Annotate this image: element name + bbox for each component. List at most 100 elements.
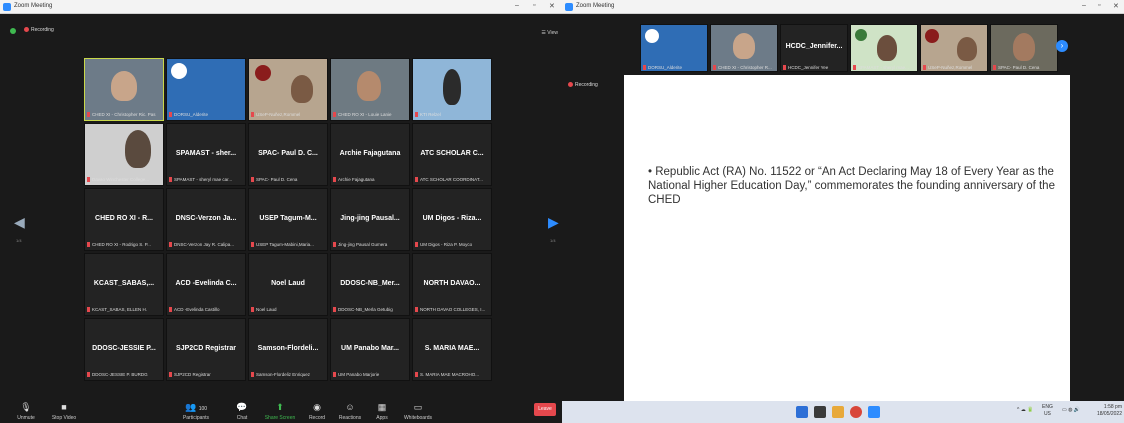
participants-button[interactable]: 👥 100 Participants (176, 401, 216, 421)
next-page-arrow-icon[interactable]: ▶ (548, 214, 559, 231)
muted-mic-icon (333, 307, 336, 312)
spamast-logo (855, 29, 867, 41)
participant-name: KTI Relzel (415, 112, 489, 117)
unmute-button[interactable]: 🎙 Unmute (6, 401, 46, 421)
participant-tile[interactable]: USEP Tagum-M... USEP Tagum-Mabini,Maria..… (248, 188, 328, 251)
video-tile[interactable]: CHED XI - Christopher Ric. Pas (84, 58, 164, 121)
participant-video (1013, 33, 1035, 61)
participant-name: CHED XI - Christopher Ric. Pas (87, 112, 161, 117)
participant-tile[interactable]: Samson-Flordeli... Samson-Flordeliz Enriq… (248, 318, 328, 381)
participant-name: SPAMAST - sheryl mae... (853, 65, 915, 70)
zoom-taskbar-icon[interactable] (868, 406, 880, 418)
strip-participant-tile[interactable]: HCDC_Jennifer... HCDC_Jennifer Yee (780, 24, 848, 72)
whiteboards-button[interactable]: ▭ Whiteboards (398, 401, 438, 421)
participant-name: DORSU_Alderite (643, 65, 705, 70)
video-tile[interactable]: KTI Relzel (412, 58, 492, 121)
minimize-icon[interactable]: – (1082, 2, 1086, 9)
muted-mic-icon (169, 112, 172, 117)
maximize-icon[interactable]: ▫ (533, 2, 535, 9)
muted-mic-icon (251, 307, 254, 312)
participant-tile[interactable]: SPAMAST - sher... SPAMAST - sheryl mae ca… (166, 123, 246, 186)
close-icon[interactable]: ✕ (1113, 2, 1119, 10)
muted-mic-icon (169, 372, 172, 377)
usep-seal-logo (925, 29, 939, 43)
participant-video (111, 71, 137, 101)
participant-tile[interactable]: DDOSC-JESSIE P... DDOSC-JESSIE P. BURDG (84, 318, 164, 381)
windows-start-icon[interactable] (796, 406, 808, 418)
muted-mic-icon (87, 372, 90, 377)
participant-tile[interactable]: S. MARIA MAE... S. MARIA MAE MACROHO... (412, 318, 492, 381)
chrome-icon[interactable] (850, 406, 862, 418)
strip-video-tile[interactable]: CHED XI - Christopher R... (710, 24, 778, 72)
muted-mic-icon (169, 242, 172, 247)
video-tile[interactable]: CHED RO XI - Louie Lanie (330, 58, 410, 121)
strip-video-tile[interactable]: SPAC- Paul D. Cena (990, 24, 1058, 72)
participant-display-name: NORTH DAVAO... (423, 280, 481, 287)
muted-mic-icon (333, 112, 336, 117)
participant-tile[interactable]: DDOSC-NB_Mer... DDOSC-NB_Merla Getubig (330, 253, 410, 316)
video-tile[interactable]: USeP-Nuñez,Rommel (248, 58, 328, 121)
language-indicator[interactable]: ENG US (1042, 404, 1053, 418)
task-view-icon[interactable] (814, 406, 826, 418)
prev-page-arrow-icon[interactable]: ◀ (14, 214, 25, 231)
participant-display-name: DNSC-Verzon Ja... (175, 215, 237, 222)
participant-tile[interactable]: SJP2CD Registrar SJP2CD Registrar (166, 318, 246, 381)
video-tile[interactable]: DORSU_Alderite (166, 58, 246, 121)
video-tile[interactable]: Davao Winchester College... (84, 123, 164, 186)
participant-name: SJP2CD Registrar (169, 372, 243, 377)
participant-display-name: HCDC_Jennifer... (785, 43, 843, 50)
participant-name: CHED XI - Christopher R... (713, 65, 775, 70)
tray-icons[interactable]: ^ ☁ 🔋 (1017, 407, 1033, 413)
chat-icon: 💬 (236, 402, 248, 412)
usep-seal-logo (255, 65, 271, 81)
participant-tile[interactable]: UM Panabo Mar... UM Panabo Marjorie (330, 318, 410, 381)
maximize-icon[interactable]: ▫ (1098, 2, 1100, 9)
participant-tile[interactable]: DNSC-Verzon Ja... DNSC-Verzon Jay R. Cali… (166, 188, 246, 251)
share-screen-button[interactable]: ⬆ Share Screen (260, 401, 300, 421)
network-volume-icons[interactable]: ▭ ◍ 🔊 (1062, 407, 1080, 413)
apps-icon: ▦ (377, 402, 387, 412)
participant-display-name: SPAMAST - sher... (175, 150, 237, 157)
muted-mic-icon (993, 65, 996, 70)
participant-tile[interactable]: SPAC- Paul D. C... SPAC- Paul D. Cena (248, 123, 328, 186)
muted-mic-icon (87, 307, 90, 312)
leave-button[interactable]: Leave (534, 403, 556, 416)
participant-tile[interactable]: Noel Laud Noel Laud (248, 253, 328, 316)
participant-display-name: Archie Fajagutana (339, 150, 401, 157)
next-participants-icon[interactable]: › (1056, 40, 1068, 52)
close-icon[interactable]: ✕ (549, 2, 555, 10)
strip-video-tile[interactable]: DORSU_Alderite (640, 24, 708, 72)
recording-indicator: Recording (568, 82, 598, 88)
participant-tile[interactable]: KCAST_SABAS,... KCAST_SABAS, ELLEN H. (84, 253, 164, 316)
participant-tile[interactable]: Jing-jing Pausal... Jing-jing Pausal Gume… (330, 188, 410, 251)
muted-mic-icon (251, 112, 254, 117)
muted-mic-icon (853, 65, 856, 70)
stop-video-button[interactable]: ■ Stop Video (44, 401, 84, 421)
file-explorer-icon[interactable] (832, 406, 844, 418)
muted-mic-icon (251, 177, 254, 182)
participant-display-name: S. MARIA MAE... (424, 345, 480, 352)
clock[interactable]: 1:58 pm 18/05/2022 (1090, 404, 1122, 418)
participant-tile[interactable]: UM Digos - Riza... UM Digos - Riza P. Moy… (412, 188, 492, 251)
muted-mic-icon (333, 372, 336, 377)
participant-display-name: SPAC- Paul D. C... (258, 150, 318, 157)
participant-name: USEP Tagum-Mabini,Maria... (251, 242, 325, 247)
participant-video (957, 37, 977, 61)
view-button[interactable]: ☰ View (541, 30, 558, 36)
participant-name: Samson-Flordeliz Enriquez (251, 372, 325, 377)
participant-tile[interactable]: ACD -Evelinda C... ACD -Evelinda Castillo (166, 253, 246, 316)
participant-tile[interactable]: CHED RO XI - R... CHED RO XI - Rodrigo S.… (84, 188, 164, 251)
muted-mic-icon (415, 112, 418, 117)
participant-tile[interactable]: Archie Fajagutana Archie Fajagutana (330, 123, 410, 186)
apps-button[interactable]: ▦ Apps (362, 401, 402, 421)
participant-tile[interactable]: ATC SCHOLAR C... ATC SCHOLAR COORDINAT... (412, 123, 492, 186)
windows-taskbar: ^ ☁ 🔋 ENG US ▭ ◍ 🔊 1:58 pm 18/05/2022 (562, 401, 1124, 423)
minimize-icon[interactable]: – (515, 2, 519, 9)
participant-display-name: UM Panabo Mar... (341, 345, 399, 352)
strip-video-tile[interactable]: SPAMAST - sheryl mae... (850, 24, 918, 72)
participant-tile[interactable]: NORTH DAVAO... NORTH DAVAO COLLEGES, I... (412, 253, 492, 316)
zoom-app-icon (3, 3, 11, 11)
chat-button[interactable]: 💬 Chat (222, 401, 262, 421)
strip-video-tile[interactable]: USeP-Nuñez,Rommel (920, 24, 988, 72)
security-shield-icon[interactable] (10, 28, 16, 34)
